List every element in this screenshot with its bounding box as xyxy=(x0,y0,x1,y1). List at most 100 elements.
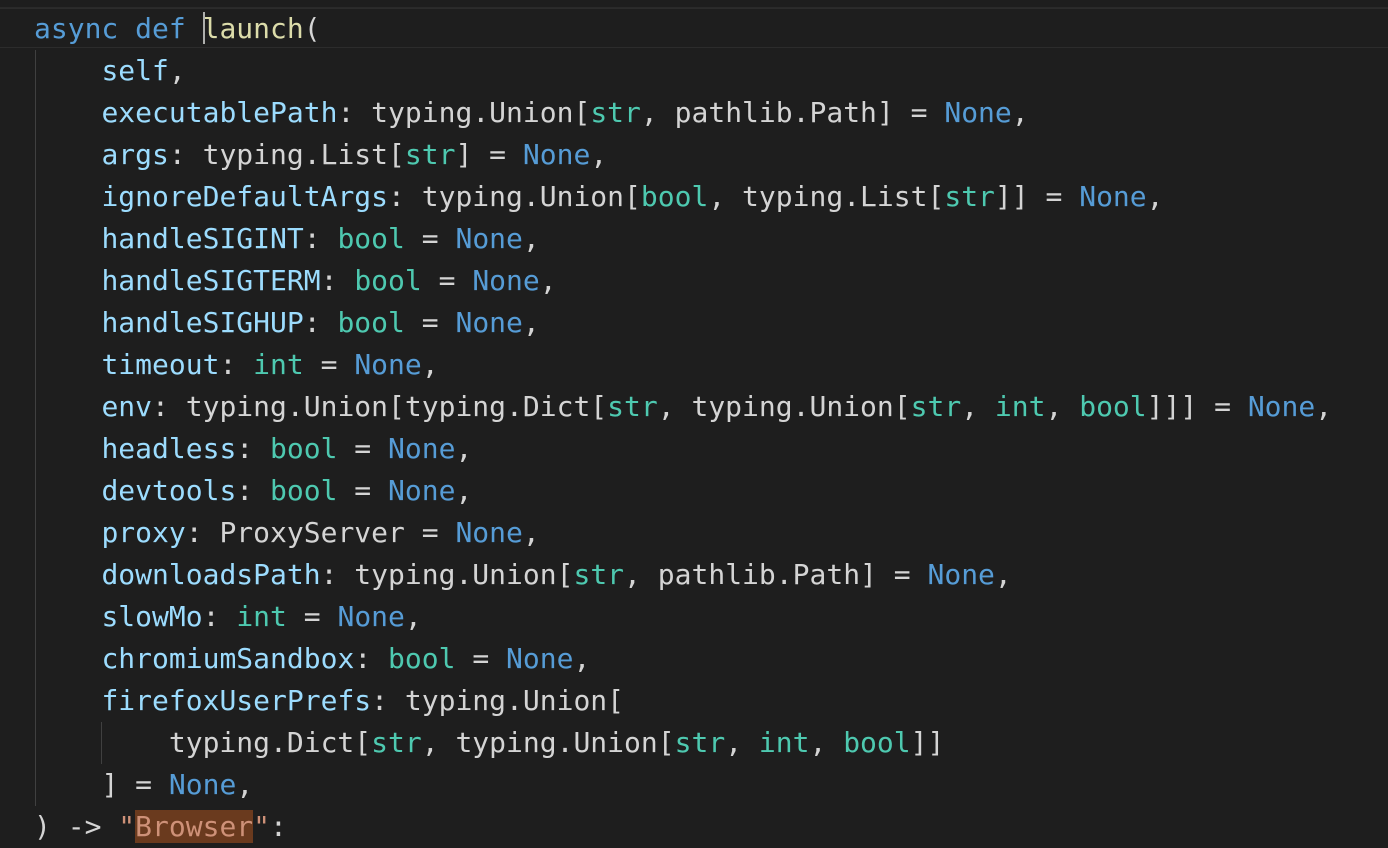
code-text: : typing.Union[ xyxy=(337,96,591,129)
code-line[interactable]: headless: bool = None, xyxy=(34,428,1332,470)
code-editor[interactable]: async def launch( self, executablePath: … xyxy=(0,0,1388,846)
code-text: typing.Dict[ xyxy=(168,726,372,759)
code-text: , xyxy=(404,600,422,633)
code-line[interactable]: typing.Dict[str, typing.Union[str, int, … xyxy=(34,722,1332,764)
code-text: ] = xyxy=(101,768,169,801)
constant: None xyxy=(522,138,591,171)
code-text: ] = xyxy=(455,138,523,171)
code-line[interactable]: ] = None, xyxy=(34,764,1332,806)
parameter-name: handleSIGTERM xyxy=(101,264,321,297)
string-quote: " xyxy=(253,810,271,843)
text-cursor xyxy=(202,12,205,44)
code-line[interactable]: ignoreDefaultArgs: typing.Union[bool, ty… xyxy=(34,176,1332,218)
code-line[interactable]: ) -> "Browser": xyxy=(34,806,1332,848)
code-text: = xyxy=(337,432,389,465)
code-text: , xyxy=(590,138,608,171)
code-line[interactable]: env: typing.Union[typing.Dict[str, typin… xyxy=(34,386,1332,428)
code-line[interactable]: timeout: int = None, xyxy=(34,344,1332,386)
type-name: bool xyxy=(337,306,405,339)
code-text: ( xyxy=(303,12,321,45)
parameter-name: self xyxy=(101,54,169,87)
type-name: str xyxy=(404,138,456,171)
constant: None xyxy=(455,516,523,549)
code-text: , xyxy=(1045,390,1080,423)
code-text: , xyxy=(236,768,254,801)
code-text: , xyxy=(809,726,844,759)
code-line[interactable]: handleSIGINT: bool = None, xyxy=(34,218,1332,260)
parameter-name: handleSIGINT xyxy=(101,222,304,255)
constant: None xyxy=(337,600,405,633)
type-name: int xyxy=(253,348,304,381)
code-line[interactable]: firefoxUserPrefs: typing.Union[ xyxy=(34,680,1332,722)
code-text: , xyxy=(168,54,186,87)
code-text: , pathlib.Path] = xyxy=(624,558,928,591)
code-text: : ProxyServer = xyxy=(185,516,456,549)
code-text: = xyxy=(455,642,507,675)
code-text: ) -> xyxy=(34,810,119,843)
keyword: def xyxy=(135,12,186,45)
code-line[interactable]: proxy: ProxyServer = None, xyxy=(34,512,1332,554)
code-text: , xyxy=(522,306,540,339)
code-line[interactable]: slowMo: int = None, xyxy=(34,596,1332,638)
code-text: : xyxy=(354,642,389,675)
code-line[interactable]: executablePath: typing.Union[str, pathli… xyxy=(34,92,1332,134)
code-text: , xyxy=(1315,390,1333,423)
code-line[interactable]: downloadsPath: typing.Union[str, pathlib… xyxy=(34,554,1332,596)
parameter-name: timeout xyxy=(101,348,220,381)
constant: None xyxy=(927,558,995,591)
code-lines[interactable]: async def launch( self, executablePath: … xyxy=(34,8,1332,848)
constant: None xyxy=(455,222,523,255)
type-name: str xyxy=(607,390,658,423)
code-text: : xyxy=(320,264,355,297)
code-text: , pathlib.Path] = xyxy=(640,96,945,129)
type-name: bool xyxy=(270,432,338,465)
code-text: : typing.Union[ xyxy=(320,558,574,591)
parameter-name: headless xyxy=(101,432,237,465)
type-name: int xyxy=(758,726,810,759)
constant: None xyxy=(455,306,523,339)
parameter-name: handleSIGHUP xyxy=(101,306,304,339)
code-text: , xyxy=(539,264,557,297)
code-text: , typing.Union[ xyxy=(657,390,911,423)
code-text: : xyxy=(270,810,287,843)
constant: None xyxy=(506,642,574,675)
code-line[interactable]: self, xyxy=(34,50,1332,92)
code-text: , typing.List[ xyxy=(708,180,945,213)
code-text: , xyxy=(994,558,1012,591)
type-name: bool xyxy=(337,222,405,255)
code-text: = xyxy=(303,348,355,381)
code-line[interactable]: args: typing.List[str] = None, xyxy=(34,134,1332,176)
parameter-name: executablePath xyxy=(101,96,338,129)
code-line[interactable]: chromiumSandbox: bool = None, xyxy=(34,638,1332,680)
type-name: bool xyxy=(843,726,911,759)
code-text: , xyxy=(961,390,995,423)
code-text: ]]] = xyxy=(1146,390,1248,423)
code-text: ]] xyxy=(910,726,945,759)
parameter-name: ignoreDefaultArgs xyxy=(101,180,389,213)
type-name: bool xyxy=(354,264,422,297)
code-text: : typing.List[ xyxy=(168,138,405,171)
code-line[interactable]: handleSIGTERM: bool = None, xyxy=(34,260,1332,302)
type-name: str xyxy=(944,180,995,213)
code-line[interactable]: devtools: bool = None, xyxy=(34,470,1332,512)
code-text: : xyxy=(202,600,237,633)
code-line[interactable]: async def launch( xyxy=(34,8,1332,50)
code-text: , typing.Union[ xyxy=(421,726,675,759)
code-text: : typing.Union[ xyxy=(388,180,641,213)
code-line[interactable]: handleSIGHUP: bool = None, xyxy=(34,302,1332,344)
code-text: , xyxy=(522,516,540,549)
type-name: bool xyxy=(640,180,709,213)
constant: None xyxy=(944,96,1012,129)
code-text: : xyxy=(303,306,338,339)
code-text: : xyxy=(219,348,254,381)
